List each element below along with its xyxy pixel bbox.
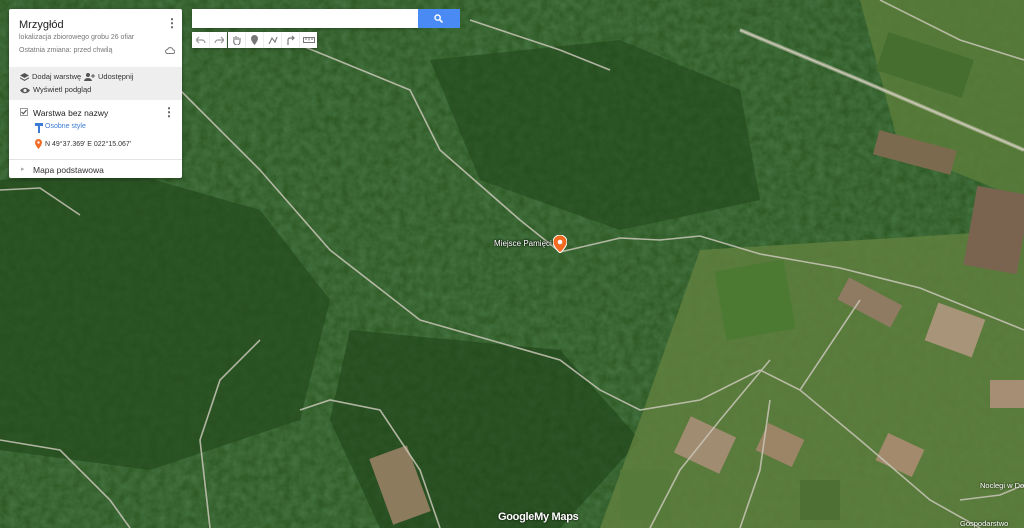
base-map-label: Mapa podstawowa xyxy=(33,165,104,175)
add-marker-button[interactable] xyxy=(246,32,264,48)
pan-tool-button[interactable] xyxy=(228,32,246,48)
poi-label-accommodation[interactable]: Noclegi w Do xyxy=(980,481,1024,490)
map-options-icon[interactable]: ⋮ xyxy=(166,17,178,31)
map-description[interactable]: lokalizacja zbiorowego grobu 26 ofiar xyxy=(19,34,134,41)
measure-button[interactable] xyxy=(300,32,317,48)
line-icon xyxy=(268,36,278,44)
layer-checkbox[interactable] xyxy=(20,108,28,116)
marker-icon xyxy=(35,139,42,149)
add-layer-button[interactable]: Dodaj warstwę xyxy=(20,72,82,82)
search-input[interactable] xyxy=(192,9,418,28)
preview-label: Wyświetl podgląd xyxy=(33,85,92,94)
directions-button[interactable] xyxy=(282,32,300,48)
chevron-right-icon: ▸ xyxy=(21,166,25,173)
draw-line-button[interactable] xyxy=(264,32,282,48)
search-icon xyxy=(434,14,443,23)
location-marker-icon[interactable] xyxy=(553,235,567,253)
ruler-icon xyxy=(302,37,315,43)
google-mymaps-logo: GoogleMy Maps xyxy=(498,511,579,523)
redo-icon xyxy=(213,36,224,44)
add-person-icon xyxy=(84,73,95,82)
layer-options-icon[interactable]: ⋮ xyxy=(163,106,175,120)
map-title[interactable]: Mrzygłód xyxy=(19,19,64,31)
redo-button[interactable] xyxy=(210,32,227,48)
layer-name[interactable]: Warstwa bez nazwy xyxy=(33,108,108,118)
mymaps-wordmark: My Maps xyxy=(534,511,579,523)
undo-icon xyxy=(195,36,206,44)
share-button[interactable]: Udostępnij xyxy=(84,72,134,82)
share-label: Udostępnij xyxy=(98,72,134,81)
panel-actions: Dodaj warstwę Udostępnij Wyświetl podglą… xyxy=(9,67,182,100)
cloud-saved-icon xyxy=(165,47,175,54)
add-layer-label: Dodaj warstwę xyxy=(32,72,82,81)
poi-label-farm[interactable]: Gospodarstwo xyxy=(960,519,1008,528)
base-map-row[interactable]: ▸ Mapa podstawowa xyxy=(9,159,182,179)
individual-styles-link[interactable]: Osobne style xyxy=(45,123,86,130)
eye-icon xyxy=(20,87,30,93)
marker-icon xyxy=(251,35,258,45)
drawing-toolbar xyxy=(228,32,317,48)
directions-icon xyxy=(287,35,295,45)
paint-roller-icon xyxy=(35,123,43,133)
preview-button[interactable]: Wyświetl podgląd xyxy=(20,85,91,94)
map-details-panel: Mrzygłód ⋮ lokalizacja zbiorowego grobu … xyxy=(9,9,182,178)
hand-icon xyxy=(233,36,241,45)
google-wordmark: Google xyxy=(498,511,535,523)
layers-icon xyxy=(20,73,29,82)
edit-toolbar xyxy=(192,32,227,48)
marker-label: Miejsce Pamięci xyxy=(494,239,552,248)
search-button[interactable] xyxy=(418,9,460,28)
undo-button[interactable] xyxy=(192,32,210,48)
placemark-item[interactable]: N 49°37.369' E 022°15.067' xyxy=(45,141,131,148)
save-status: Ostatnia zmiana: przed chwilą xyxy=(19,47,113,54)
